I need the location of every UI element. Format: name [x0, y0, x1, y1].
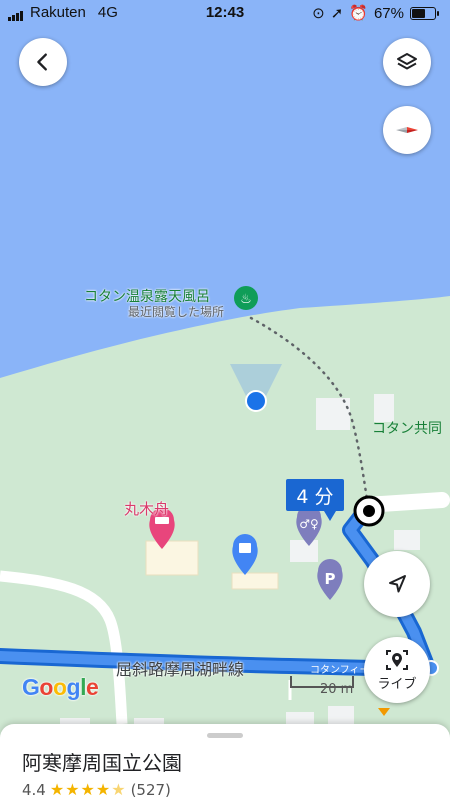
start-point-center: [363, 505, 375, 517]
onsen-glyph: ♨: [240, 292, 252, 307]
eta-text: 4 分: [296, 485, 334, 508]
scale-bar: 20 m: [290, 676, 356, 697]
scale-label: 20 m: [320, 682, 354, 697]
status-bar: Rakuten 4G 12:43 ⊙ ➚ ⏰ 67%: [0, 0, 450, 26]
compass-button[interactable]: [383, 106, 431, 154]
star-rating-icon: ★★★★★: [49, 780, 127, 799]
location-arrow-icon: ➚: [330, 5, 344, 22]
building: [394, 530, 420, 550]
navigation-arrow-icon: [389, 575, 406, 593]
battery-fill: [412, 8, 425, 18]
compass-icon: [396, 127, 418, 133]
building: [328, 706, 354, 724]
building: [286, 712, 314, 724]
review-count: (527): [130, 780, 171, 799]
layers-button[interactable]: [383, 38, 431, 86]
rating-value: 4.4: [22, 780, 46, 799]
onsen-sublabel: 最近閲覧した場所: [128, 305, 225, 319]
restroom-glyph: ♂♀: [299, 517, 319, 531]
rating-row: 4.4 ★★★★★ (527): [22, 780, 171, 799]
rotation-lock-icon: ⊙: [312, 5, 325, 22]
place-card[interactable]: 阿寒摩周国立公園 4.4 ★★★★★ (527): [0, 724, 450, 800]
layers-icon: [397, 53, 417, 70]
building: [290, 540, 318, 562]
alarm-icon: ⏰: [349, 5, 368, 22]
battery-percent: 67%: [373, 4, 404, 22]
building: [145, 540, 199, 576]
my-location-button[interactable]: [364, 551, 430, 617]
marukibune-label[interactable]: 丸木舟: [124, 498, 169, 519]
parking-glyph: P: [325, 570, 336, 588]
battery-icon: [410, 6, 439, 20]
live-view-button[interactable]: ライブ: [364, 637, 430, 703]
location-dot: [247, 392, 265, 410]
road-label: 屈斜路摩周湖畔線: [116, 660, 245, 679]
back-arrow-icon: [37, 53, 47, 71]
drag-handle[interactable]: [207, 733, 243, 738]
back-button[interactable]: [19, 38, 67, 86]
live-view-label: ライブ: [377, 677, 417, 692]
live-view-icon: [386, 650, 408, 670]
building: [231, 572, 279, 590]
kotan-label[interactable]: コタン共同: [372, 418, 442, 438]
place-title: 阿寒摩周国立公園: [22, 751, 182, 775]
bag-glyph: [239, 543, 251, 553]
eta-callout: 4 分: [286, 479, 344, 521]
google-logo: Google: [22, 674, 99, 700]
